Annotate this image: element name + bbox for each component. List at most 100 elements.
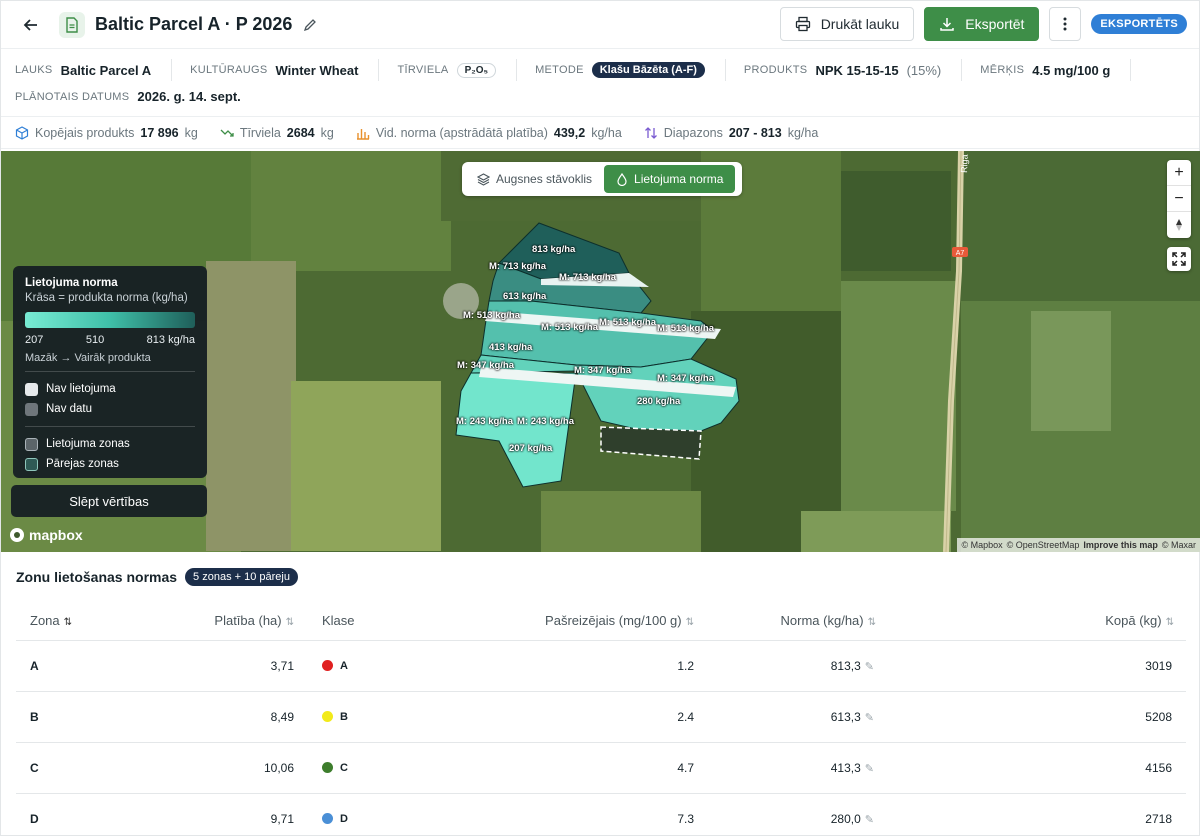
back-arrow-icon[interactable] (17, 11, 45, 39)
zones-count-badge: 5 zonas + 10 pāreju (185, 568, 298, 586)
col-current[interactable]: Pašreizējais (mg/100 g) ⇅ (486, 602, 706, 641)
tab-application-rate[interactable]: Lietojuma norma (604, 165, 736, 193)
plus-icon: + (1174, 163, 1184, 181)
rate-value: 280,0 (830, 811, 861, 826)
export-label: Eksportēt (965, 16, 1025, 32)
hide-values-button[interactable]: Slēpt vērtības (11, 485, 207, 517)
sort-icon[interactable]: ⇅ (868, 617, 876, 628)
current-cell: 7.3 (486, 793, 706, 836)
legend-item-label: Nav datu (46, 403, 93, 415)
product-value: NPK 15-15-15 (815, 62, 899, 78)
col-zone[interactable]: Zona ⇅ (16, 602, 156, 641)
rate-value: 613,3 (830, 709, 861, 724)
zoom-out-button[interactable]: − (1167, 186, 1191, 212)
legend-application-zones[interactable]: Lietojuma zonas (25, 434, 195, 454)
zone-cell: B (16, 691, 156, 743)
droplet-icon (617, 172, 627, 186)
rate-label: M: 513 kg/ha (657, 323, 715, 334)
range-label: Diapazons (663, 125, 723, 140)
sort-icon[interactable]: ⇅ (64, 617, 72, 628)
class-dot (322, 762, 333, 773)
class-label: C (340, 761, 348, 774)
col-area[interactable]: Platība (ha) ⇅ (156, 602, 306, 641)
class-cell: A (306, 640, 486, 692)
legend-swatch (25, 437, 38, 451)
bar-chart-icon (356, 128, 370, 140)
field-label: LAUKS (15, 64, 53, 76)
nutrient-stat-label: Tīrviela (239, 125, 281, 140)
legend-no-application[interactable]: Nav lietojuma (25, 379, 195, 399)
legend-swatch (25, 457, 38, 471)
attribution-mapbox[interactable]: © Mapbox (962, 540, 1003, 550)
info-target: MĒRĶIS 4.5 mg/100 g (980, 59, 1132, 81)
pencil-icon[interactable]: ✎ (865, 712, 874, 724)
legend-item-label: Nav lietojuma (46, 383, 116, 395)
zones-title: Zonu lietošanas normas (16, 569, 178, 585)
more-vertical-icon (1063, 17, 1067, 31)
total-cell: 4156 (1046, 742, 1186, 794)
legend-tick-min: 207 (25, 334, 44, 346)
fullscreen-button[interactable] (1167, 247, 1191, 271)
tab-rate-label: Lietojuma norma (634, 172, 724, 186)
map-legend: Lietojuma norma Krāsa = produkta norma (… (13, 266, 207, 478)
attribution-osm[interactable]: © OpenStreetMap (1007, 540, 1080, 550)
minus-icon: − (1174, 189, 1184, 207)
area-cell: 9,71 (156, 793, 306, 836)
col-rate[interactable]: Norma (kg/ha) ⇅ (706, 602, 1046, 641)
more-menu-button[interactable] (1049, 7, 1082, 41)
zoom-in-button[interactable]: + (1167, 160, 1191, 186)
table-row[interactable]: C 10,06 C 4.7 413,3 ✎ 4156 (16, 742, 1186, 794)
rate-cell[interactable]: 613,3 ✎ (706, 691, 1046, 743)
print-button[interactable]: Drukāt lauku (779, 7, 915, 41)
info-product: PRODUKTS NPK 15-15-15 (15%) (744, 59, 963, 81)
col-total[interactable]: Kopā (kg) ⇅ (1046, 602, 1186, 641)
rate-label: M: 713 kg/ha (559, 272, 617, 283)
legend-no-data[interactable]: Nav datu (25, 399, 195, 419)
page-title: Baltic Parcel A · P 2026 (95, 14, 293, 34)
reset-bearing-button[interactable] (1167, 212, 1191, 238)
product-percent: (15%) (906, 62, 942, 78)
target-value: 4.5 mg/100 g (1032, 62, 1111, 78)
pencil-icon[interactable]: ✎ (865, 661, 874, 673)
rate-value: 413,3 (830, 760, 861, 775)
download-icon (940, 18, 955, 31)
nutrient-label: TĪRVIELA (397, 64, 449, 76)
rate-label: M: 513 kg/ha (463, 310, 521, 321)
improve-map-link[interactable]: Improve this map (1083, 540, 1158, 550)
pencil-icon[interactable]: ✎ (865, 814, 874, 826)
rate-label: M: 713 kg/ha (489, 261, 547, 272)
sort-icon[interactable]: ⇅ (1166, 617, 1174, 628)
zone-cell: A (16, 640, 156, 692)
pencil-icon[interactable] (302, 17, 318, 33)
attribution-maxar[interactable]: © Maxar (1162, 540, 1196, 550)
table-row[interactable]: B 8,49 B 2.4 613,3 ✎ 5208 (16, 691, 1186, 743)
mapbox-wordmark: mapbox (29, 527, 83, 543)
rate-cell[interactable]: 413,3 ✎ (706, 742, 1046, 794)
pencil-icon[interactable]: ✎ (865, 763, 874, 775)
mapbox-icon (10, 528, 24, 542)
sort-icon[interactable]: ⇅ (686, 617, 694, 628)
rate-label: 813 kg/ha (532, 244, 576, 255)
app: Baltic Parcel A · P 2026 Drukāt lauku Ek… (0, 0, 1200, 836)
map-view[interactable]: A7 Riga 813 kg/ha M: 713 kg/ha M: 713 kg… (1, 151, 1200, 552)
current-cell: 1.2 (486, 640, 706, 692)
total-value: 17 896 (140, 125, 179, 140)
legend-tick-mid: 510 (85, 334, 105, 346)
rate-cell[interactable]: 280,0 ✎ (706, 793, 1046, 836)
rate-label: 613 kg/ha (503, 291, 547, 302)
export-button[interactable]: Eksportēt (924, 7, 1040, 41)
table-row[interactable]: A 3,71 A 1.2 813,3 ✎ 3019 (16, 640, 1186, 692)
legend-transition-zones[interactable]: Pārejas zonas (25, 454, 195, 474)
compass-icon (1176, 219, 1182, 231)
info-nutrient: TĪRVIELA P₂O₅ (397, 59, 518, 81)
fullscreen-icon (1172, 252, 1186, 266)
sort-icon[interactable]: ⇅ (286, 617, 294, 628)
current-cell: 4.7 (486, 742, 706, 794)
range-unit: kg/ha (787, 125, 819, 140)
table-row[interactable]: D 9,71 D 7.3 280,0 ✎ 2718 (16, 793, 1186, 836)
rate-label: M: 347 kg/ha (457, 360, 515, 371)
rate-label: M: 347 kg/ha (657, 373, 715, 384)
rate-cell[interactable]: 813,3 ✎ (706, 640, 1046, 692)
avg-unit: kg/ha (591, 125, 622, 140)
tab-soil-status[interactable]: Augsnes stāvoklis (465, 165, 604, 193)
